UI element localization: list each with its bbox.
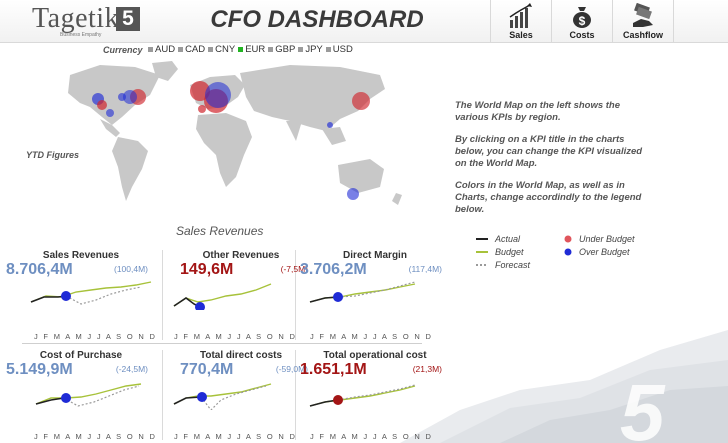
nav-costs-label: Costs xyxy=(569,30,595,40)
kpi-value: 770,4M xyxy=(180,361,234,378)
kpi-other-revenues[interactable]: Other Revenues 149,6M (-7,5M) J F M A M … xyxy=(166,250,316,342)
kpi-value: 149,6M xyxy=(180,261,234,278)
kpi-title[interactable]: Other Revenues xyxy=(166,250,316,261)
kpi-total-operational-cost[interactable]: Total operational cost 1.651,1M (21,3M) … xyxy=(300,350,450,442)
currency-option-gbp[interactable]: GBP xyxy=(268,44,295,55)
kpi-sparkline xyxy=(173,383,272,410)
india-shape xyxy=(286,121,302,141)
kpi-months: J F M A M J J A S O N D xyxy=(34,432,157,441)
kpi-months: J F M A M J J A S O N D xyxy=(34,332,157,341)
kpi-direct-margin[interactable]: Direct Margin 3.706,2M (117,4M) J F M A … xyxy=(300,250,450,342)
kpi-title[interactable]: Total direct costs xyxy=(166,350,316,361)
north-america-shape xyxy=(68,65,160,125)
kpi-months: J F M A M J J A S O N D xyxy=(310,332,433,341)
legend-forecast: Forecast xyxy=(476,260,530,270)
row-divider xyxy=(22,343,422,344)
kpi-months: J F M A M J J A S O N D xyxy=(310,432,433,441)
currency-selector: AUD CAD CNY EUR GBP JPY USD xyxy=(148,44,353,55)
nav-sales-button[interactable]: Sales xyxy=(490,0,551,42)
kpi-variance: (100,4M) xyxy=(113,264,148,274)
bubble-usa-west-blue xyxy=(123,90,137,104)
kpi-variance: (-24,5M) xyxy=(115,364,148,374)
south-america-shape xyxy=(112,137,148,201)
bubble-europe-3 xyxy=(205,82,231,108)
info-paragraph-1: The World Map on the left shows the vari… xyxy=(455,100,621,123)
currency-label: Currency xyxy=(103,45,143,55)
africa-shape xyxy=(196,113,252,187)
legend-under-budget: Under Budget xyxy=(564,234,635,244)
page-title: CFO DASHBOARD xyxy=(210,6,424,33)
bar-chart-icon xyxy=(509,3,532,28)
column-divider-3 xyxy=(162,350,163,440)
kpi-title[interactable]: Sales Revenues xyxy=(6,250,156,261)
kpi-variance: (21,3M) xyxy=(412,364,442,374)
nav-costs-button[interactable]: $ Costs xyxy=(551,0,612,42)
budget-line-icon xyxy=(476,251,488,253)
kpi-cost-of-purchase[interactable]: Cost of Purchase 5.149,9M (-24,5M) J F M… xyxy=(6,350,156,442)
new-zealand-shape xyxy=(392,193,402,205)
bubble-australia xyxy=(347,188,359,200)
kpi-sparkline xyxy=(309,281,416,303)
bubble-north-america-red xyxy=(97,100,107,110)
kpi-value: 1.651,1M xyxy=(300,361,367,378)
world-map[interactable] xyxy=(40,55,430,225)
blue-dot-icon xyxy=(564,248,572,256)
kpi-title[interactable]: Direct Margin xyxy=(300,250,450,261)
kpi-sparkline xyxy=(309,384,416,407)
kpi-value: 3.706,2M xyxy=(300,261,367,278)
legend-over-budget: Over Budget xyxy=(564,247,630,257)
info-panel: The World Map on the left shows the vari… xyxy=(455,100,645,226)
nav-cashflow-label: Cashflow xyxy=(622,30,663,40)
cash-hand-icon xyxy=(633,3,653,27)
kpi-sparkline xyxy=(173,283,272,310)
currency-option-aud[interactable]: AUD xyxy=(148,44,175,55)
actual-line-icon xyxy=(476,238,488,240)
logo-mark: 5 xyxy=(116,7,140,31)
svg-text:$: $ xyxy=(579,14,586,28)
red-dot-icon xyxy=(564,235,572,243)
tagetik-logo: Tagetik xyxy=(32,3,120,34)
kpi-total-direct-costs[interactable]: Total direct costs 770,4M (-59,0M) J F M… xyxy=(166,350,316,442)
currency-option-cny[interactable]: CNY xyxy=(208,44,235,55)
kpi-variance: (117,4M) xyxy=(408,264,442,274)
currency-option-eur[interactable]: EUR xyxy=(238,44,265,55)
currency-option-cad[interactable]: CAD xyxy=(178,44,205,55)
nav-cashflow-button[interactable]: Cashflow xyxy=(612,0,674,42)
kpi-value: 5.149,9M xyxy=(6,361,73,378)
ytd-label: YTD Figures xyxy=(26,150,80,160)
currency-option-jpy[interactable]: JPY xyxy=(298,44,323,55)
kpi-sparkline xyxy=(30,281,152,305)
kpi-sparkline xyxy=(35,383,142,407)
chart-legend: Actual Budget Forecast Under Budget Over… xyxy=(476,234,676,276)
kpi-months: J F M A M J J A S O N D xyxy=(174,432,297,441)
bubble-europe-4 xyxy=(198,105,206,113)
info-paragraph-3: Colors in the World Map, as well as in C… xyxy=(455,180,642,215)
tagetik-5-watermark: 5 xyxy=(620,368,666,443)
column-divider-1 xyxy=(162,250,163,340)
kpi-title[interactable]: Total operational cost xyxy=(300,350,450,361)
logo-tagline: Business Empathy xyxy=(60,32,102,38)
section-title: Sales Revenues xyxy=(176,224,264,238)
info-paragraph-2: By clicking on a KPI title in the charts… xyxy=(455,134,643,169)
forecast-line-icon xyxy=(476,264,488,266)
legend-budget: Budget xyxy=(476,247,524,257)
kpi-sales-revenues[interactable]: Sales Revenues 8.706,4M (100,4M) J F M A… xyxy=(6,250,156,342)
nav-sales-label: Sales xyxy=(509,30,533,40)
bubble-asia-east xyxy=(352,92,370,110)
kpi-title[interactable]: Cost of Purchase xyxy=(6,350,156,361)
legend-actual: Actual xyxy=(476,234,520,244)
currency-option-usd[interactable]: USD xyxy=(325,44,353,55)
kpi-months: J F M A M J J A S O N D xyxy=(174,332,297,341)
southeast-asia-shape xyxy=(322,127,346,145)
australia-shape xyxy=(338,159,384,193)
money-bag-icon: $ xyxy=(573,7,591,28)
bubble-usa-east xyxy=(106,109,114,117)
kpi-value: 8.706,4M xyxy=(6,261,73,278)
bubble-asia-southeast xyxy=(327,122,333,128)
